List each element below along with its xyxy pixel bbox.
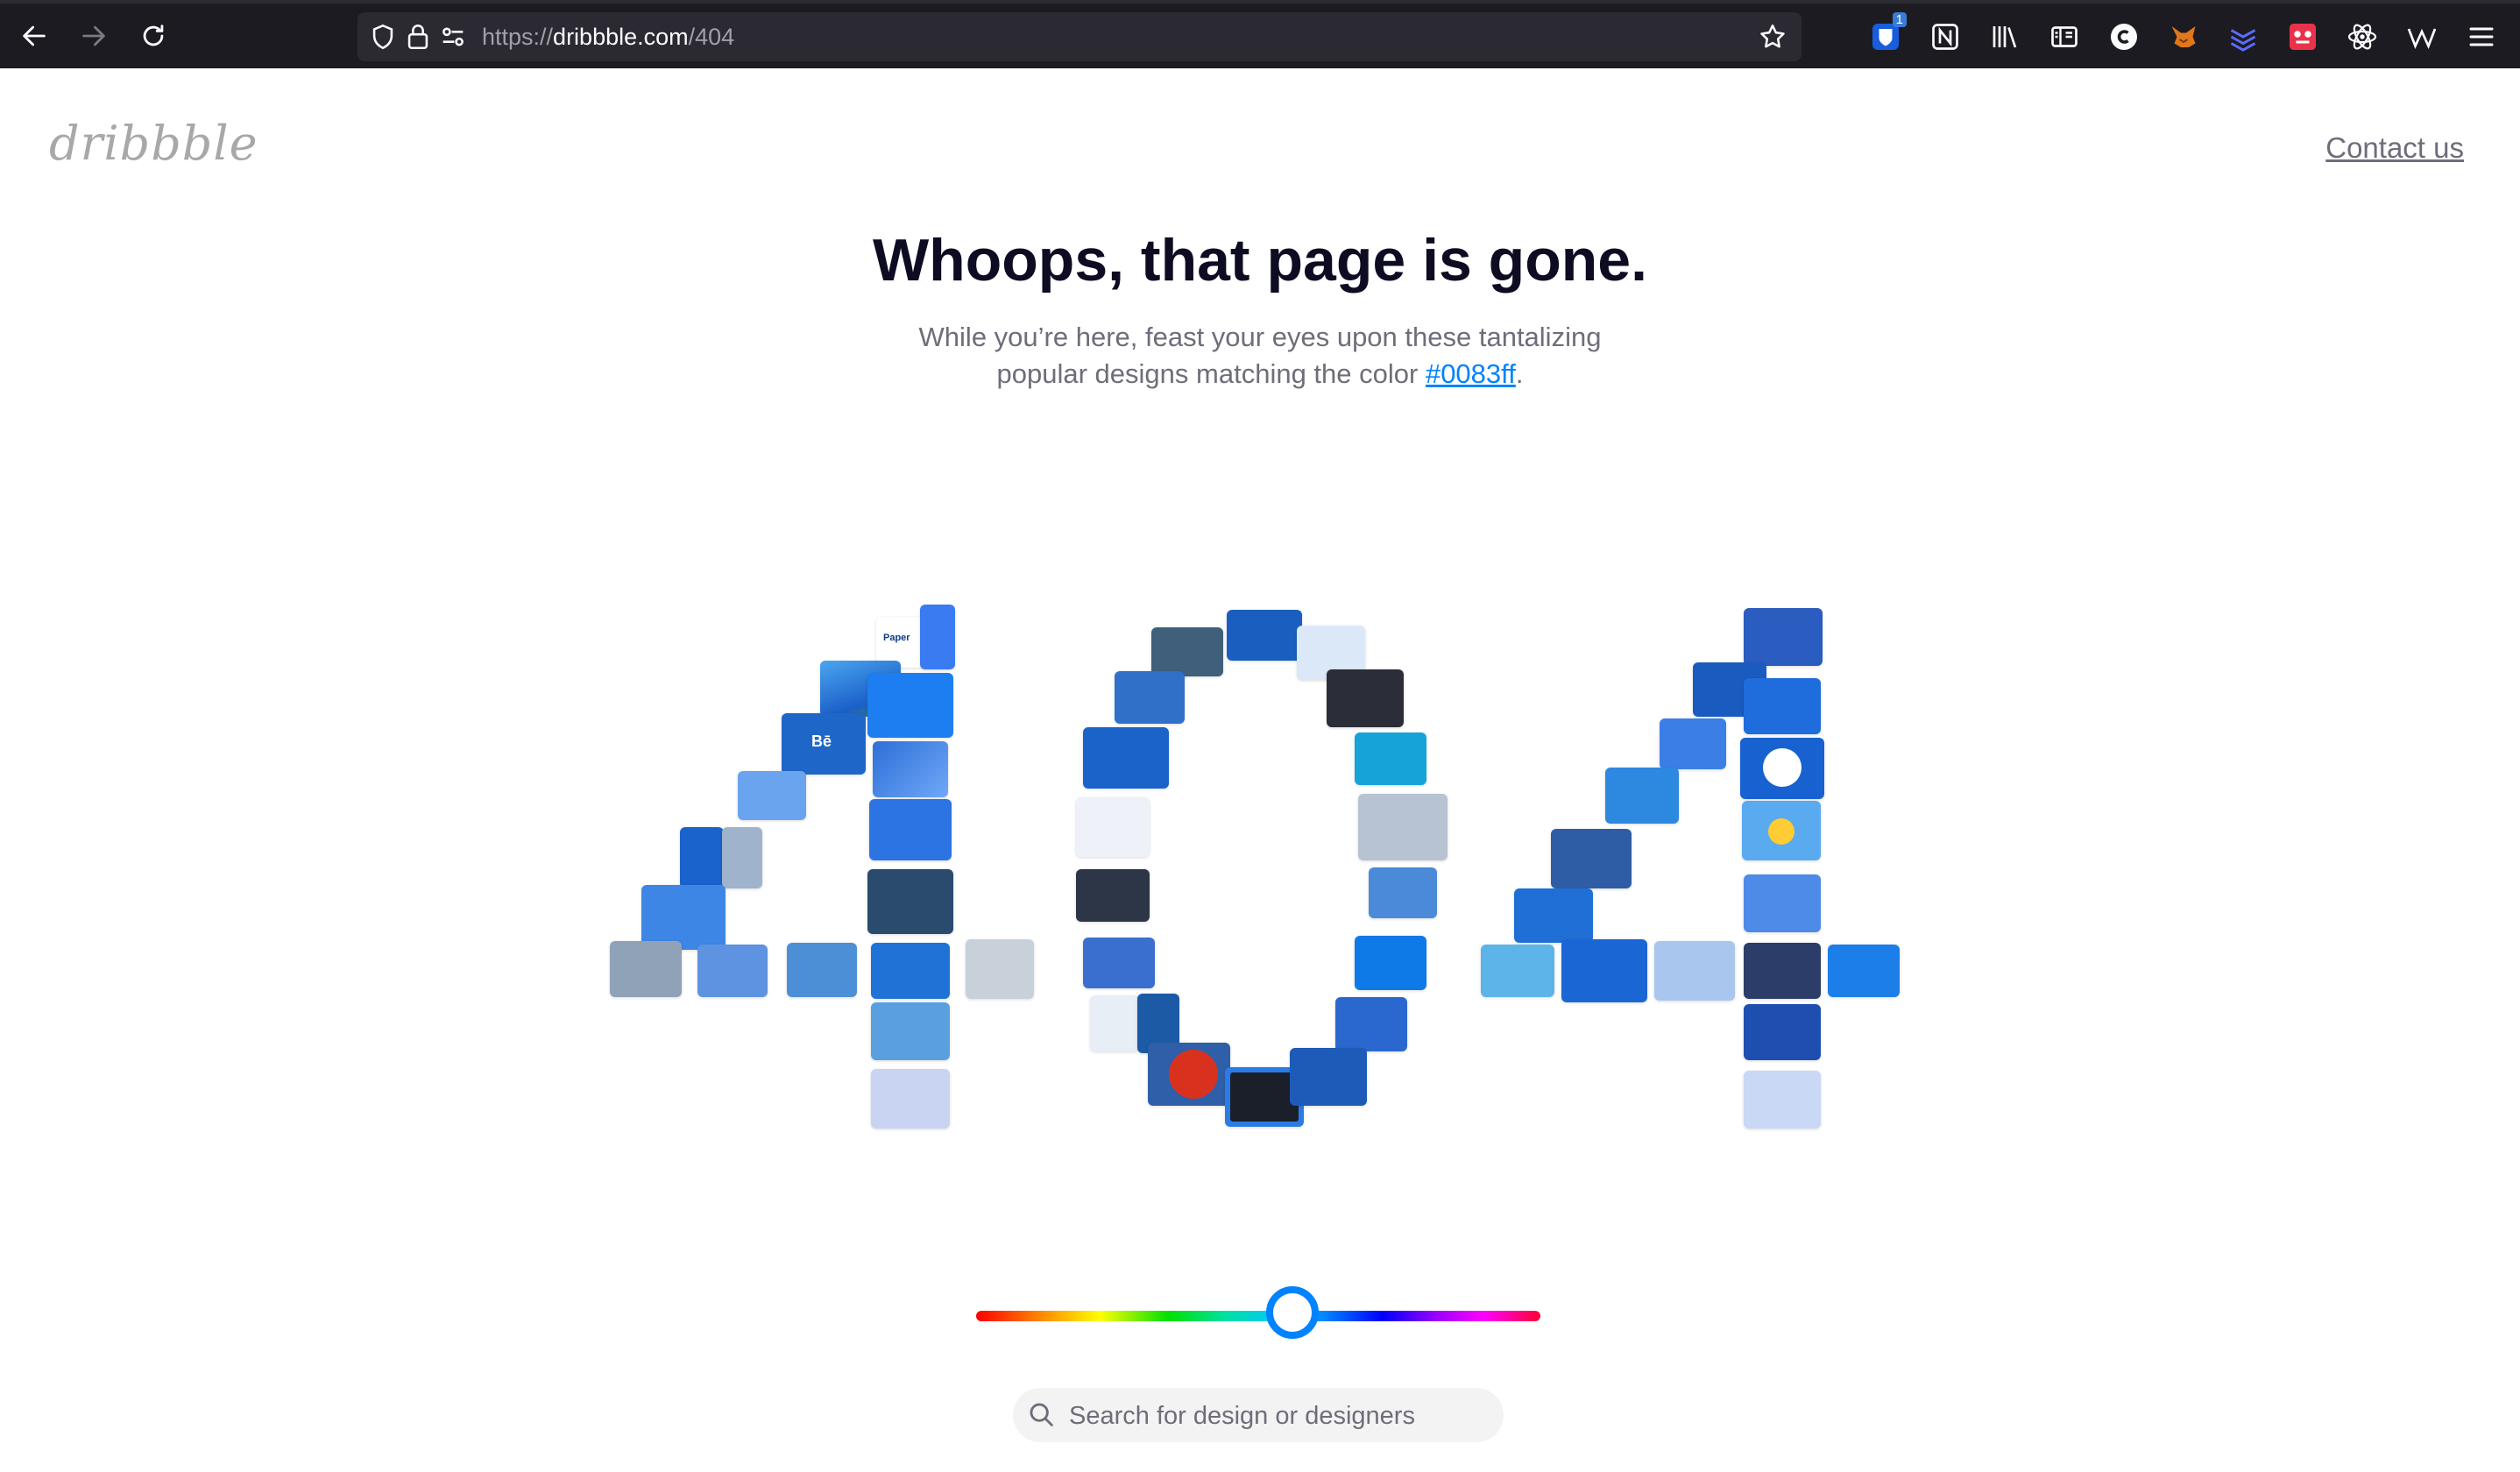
shot-thumbnail[interactable] <box>1514 888 1593 943</box>
shot-thumbnail[interactable] <box>1355 936 1426 990</box>
shot-thumbnail[interactable] <box>1090 995 1139 1051</box>
shot-thumbnail[interactable] <box>1744 608 1823 666</box>
shot-thumbnail[interactable]: Bē <box>782 713 866 775</box>
shot-thumbnail[interactable] <box>1083 727 1169 789</box>
shot-thumbnail[interactable] <box>1828 945 1900 997</box>
shot-thumbnail[interactable] <box>1227 610 1302 661</box>
shot-thumbnail[interactable] <box>867 869 953 934</box>
shot-thumbnail[interactable] <box>1740 738 1824 799</box>
shot-thumbnail[interactable] <box>1744 1004 1821 1060</box>
shot-thumbnail[interactable] <box>1076 797 1150 857</box>
shot-thumbnail[interactable] <box>1369 867 1437 918</box>
shot-thumbnail[interactable] <box>1744 943 1821 999</box>
shot-thumbnail[interactable] <box>1654 941 1735 1001</box>
shot-thumbnail[interactable] <box>1327 669 1404 727</box>
shot-thumbnail[interactable] <box>966 939 1034 999</box>
shot-thumbnail[interactable] <box>1290 1048 1367 1106</box>
shot-thumbnail[interactable] <box>1115 671 1185 724</box>
shot-inner <box>1763 748 1802 787</box>
shot-thumbnail[interactable] <box>1744 874 1821 932</box>
shot-thumbnail[interactable] <box>680 827 724 888</box>
shot-thumbnail[interactable] <box>738 771 806 820</box>
shot-thumbnail[interactable] <box>1744 1071 1821 1129</box>
search-icon <box>1030 1403 1053 1426</box>
404-mosaic: Paper Bē <box>0 0 2520 1472</box>
shot-thumbnail[interactable] <box>1744 678 1821 734</box>
shot-thumbnail[interactable] <box>869 799 952 860</box>
shot-thumbnail[interactable] <box>1076 869 1150 922</box>
shot-thumbnail[interactable] <box>1605 768 1679 824</box>
shot-thumbnail[interactable] <box>1148 1043 1230 1106</box>
shot-thumbnail[interactable] <box>1481 945 1554 997</box>
shot-thumbnail[interactable] <box>1742 801 1821 860</box>
search-input[interactable] <box>1067 1388 1491 1444</box>
color-hue-slider[interactable] <box>976 1311 1540 1321</box>
paper-label: Paper <box>883 633 910 643</box>
search-bar[interactable] <box>1013 1388 1504 1444</box>
slider-thumb[interactable] <box>1266 1286 1319 1339</box>
shot-thumbnail[interactable] <box>1358 794 1448 860</box>
shot-thumbnail[interactable] <box>787 943 857 997</box>
shot-thumbnail[interactable] <box>873 741 948 797</box>
shot-thumbnail[interactable] <box>1660 718 1726 769</box>
shot-thumbnail[interactable] <box>1151 627 1223 676</box>
behance-label: Bē <box>811 732 832 750</box>
shot-inner <box>1768 818 1794 845</box>
shot-thumbnail[interactable] <box>920 605 955 669</box>
shot-thumbnail[interactable] <box>871 1069 950 1129</box>
shot-thumbnail[interactable] <box>1083 938 1155 988</box>
badge-circle <box>1169 1050 1218 1099</box>
shot-thumbnail[interactable] <box>722 827 762 888</box>
shot-thumbnail[interactable] <box>871 1002 950 1060</box>
shot-thumbnail[interactable] <box>867 673 953 738</box>
shot-thumbnail[interactable] <box>871 943 950 999</box>
shot-thumbnail[interactable] <box>1355 732 1426 785</box>
shot-thumbnail[interactable] <box>610 941 682 997</box>
shot-thumbnail[interactable] <box>1335 997 1407 1051</box>
shot-thumbnail[interactable] <box>641 885 726 950</box>
shot-thumbnail[interactable] <box>697 945 768 997</box>
shot-inner <box>1230 1072 1299 1122</box>
shot-thumbnail[interactable] <box>1561 939 1647 1002</box>
shot-thumbnail[interactable] <box>1551 829 1632 888</box>
